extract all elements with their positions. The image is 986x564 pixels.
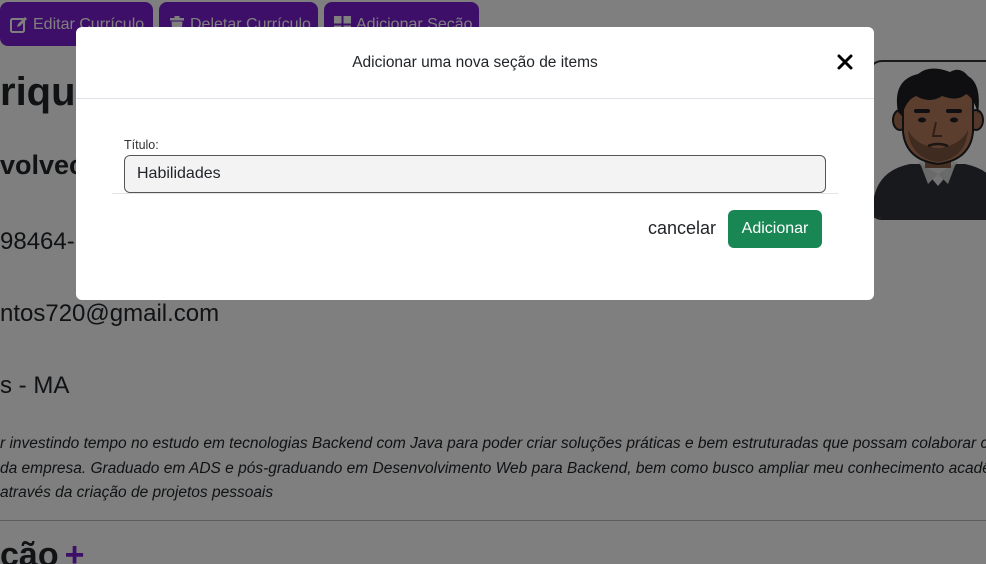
- cancel-button[interactable]: cancelar: [648, 218, 716, 239]
- title-input[interactable]: [124, 155, 826, 193]
- title-field-label: Título:: [124, 138, 159, 152]
- add-section-modal: Adicionar uma nova seção de items Título…: [76, 27, 874, 300]
- close-icon[interactable]: [836, 53, 854, 71]
- modal-header: Adicionar uma nova seção de items: [76, 27, 874, 99]
- form-divider: [112, 193, 838, 194]
- modal-title: Adicionar uma nova seção de items: [352, 54, 598, 71]
- add-button[interactable]: Adicionar: [728, 210, 822, 248]
